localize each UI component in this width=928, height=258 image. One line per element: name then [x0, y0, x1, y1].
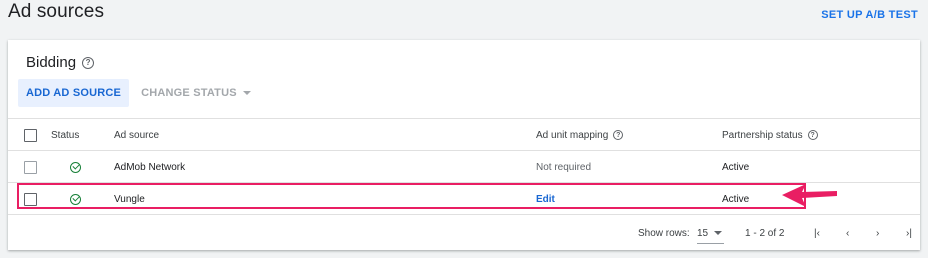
header-partnership-status[interactable]: Partnership status ? — [722, 119, 818, 151]
header-ad-source[interactable]: Ad source — [114, 119, 159, 151]
row-select-cell — [24, 151, 37, 183]
setup-ab-test-link[interactable]: SET UP A/B TEST — [821, 9, 918, 21]
first-page-icon[interactable]: |‹ — [814, 215, 820, 251]
row-checkbox[interactable] — [24, 160, 37, 174]
table-row[interactable]: Vungle Edit Active — [8, 182, 920, 215]
check-circle-icon — [70, 161, 81, 173]
rows-per-page-select[interactable]: 15 — [697, 223, 725, 244]
select-all-cell — [24, 119, 37, 151]
partnership-status-value: Active — [722, 193, 750, 205]
select-all-checkbox[interactable] — [24, 128, 37, 142]
help-icon[interactable]: ? — [613, 130, 624, 140]
header-status[interactable]: Status — [51, 119, 79, 151]
change-status-label: CHANGE STATUS — [141, 87, 237, 99]
pagination-bar: Show rows: 15 1 - 2 of 2 |‹ ‹ › ›| — [8, 214, 920, 251]
header-partnership-status-label: Partnership status — [722, 129, 803, 141]
add-ad-source-button[interactable]: ADD AD SOURCE — [18, 79, 130, 107]
table-row[interactable]: AdMob Network Not required Active — [8, 150, 920, 183]
edit-mapping-link[interactable]: Edit — [536, 183, 555, 215]
page-title: Ad sources — [8, 1, 105, 22]
row-select-cell — [24, 183, 37, 215]
previous-page-icon[interactable]: ‹ — [846, 215, 849, 251]
next-page-icon[interactable]: › — [876, 215, 879, 251]
table-header-row: Status Ad source Ad unit mapping ? Partn… — [8, 118, 920, 151]
ad-source-name: AdMob Network — [114, 161, 186, 173]
partnership-status-value: Active — [722, 161, 750, 173]
status-cell — [70, 151, 81, 183]
show-rows-label: Show rows: — [638, 227, 690, 239]
ad-unit-mapping-value: Not required — [536, 161, 592, 173]
pagination-range: 1 - 2 of 2 — [745, 227, 785, 239]
row-checkbox[interactable] — [24, 192, 37, 206]
caret-down-icon — [242, 91, 251, 95]
change-status-button[interactable]: CHANGE STATUS — [137, 79, 255, 107]
caret-down-icon — [714, 231, 723, 235]
header-ad-unit-mapping[interactable]: Ad unit mapping ? — [536, 119, 624, 151]
status-cell — [70, 183, 81, 215]
toolbar: ADD AD SOURCE CHANGE STATUS — [18, 79, 255, 107]
help-icon[interactable]: ? — [82, 56, 95, 69]
bidding-title-group: Bidding ? — [26, 54, 95, 71]
check-circle-icon — [70, 193, 81, 205]
rows-per-page-value: 15 — [697, 227, 709, 239]
help-icon[interactable]: ? — [807, 130, 818, 140]
bidding-card: Bidding ? ADD AD SOURCE CHANGE STATUS St… — [8, 40, 920, 250]
header-ad-unit-mapping-label: Ad unit mapping — [536, 129, 609, 141]
last-page-icon[interactable]: ›| — [906, 215, 912, 251]
ad-source-name: Vungle — [114, 193, 145, 205]
bidding-title: Bidding — [26, 54, 77, 71]
